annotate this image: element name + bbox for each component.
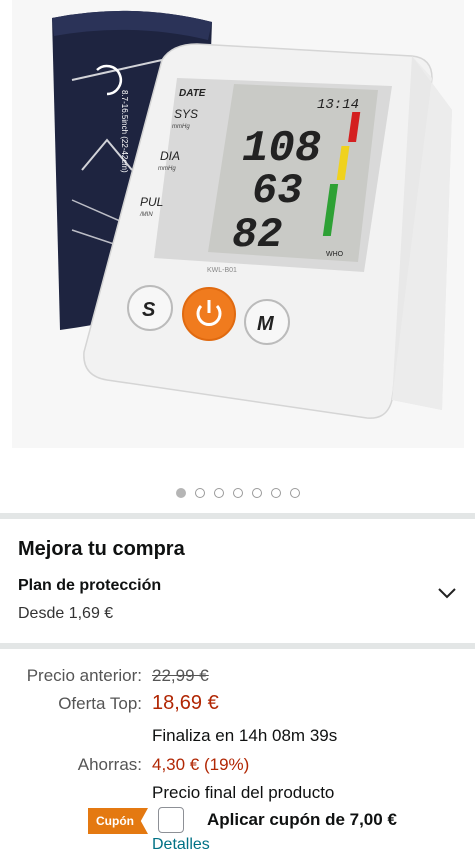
- product-image[interactable]: 8.7-16.5inch (22-42cm) DATE 13:14 SYS mm…: [12, 0, 464, 448]
- carousel-dot[interactable]: [194, 488, 205, 498]
- section-divider: [0, 513, 475, 519]
- previous-price-label: Precio anterior:: [26, 666, 142, 685]
- section-divider: [0, 643, 475, 649]
- sys-unit: mmHg: [172, 124, 190, 130]
- protection-plan-row[interactable]: Plan de protección Desde 1,69 €: [0, 568, 475, 640]
- carousel-dot[interactable]: [251, 488, 262, 498]
- pul-label: PUL: [140, 195, 163, 209]
- pul-value: 82: [232, 211, 282, 259]
- final-price-note: Precio final del producto: [152, 783, 335, 802]
- date-label: DATE: [179, 88, 206, 99]
- offer-label: Oferta Top:: [58, 694, 142, 713]
- dia-label: DIA: [160, 149, 180, 163]
- coupon-apply-text[interactable]: Aplicar cupón de 7,00 €: [207, 810, 397, 830]
- plan-price: Desde 1,69 €: [18, 605, 114, 622]
- coupon-badge: Cupón: [88, 808, 148, 834]
- chevron-down-icon[interactable]: [437, 586, 457, 600]
- model-label: KWL-B01: [207, 267, 237, 274]
- s-button-label: S: [142, 299, 156, 321]
- previous-price-value: 22,99 €: [152, 666, 209, 685]
- carousel-dot[interactable]: [270, 488, 281, 498]
- m-button-label: M: [257, 313, 275, 335]
- plan-title: Plan de protección: [18, 577, 162, 594]
- carousel-dot[interactable]: [213, 488, 224, 498]
- upgrade-title: Mejora tu compra: [18, 538, 185, 560]
- dia-unit: mmHg: [158, 166, 176, 172]
- coupon-checkbox[interactable]: [158, 807, 184, 833]
- who-label: WHO: [326, 251, 344, 258]
- carousel-dot[interactable]: [232, 488, 243, 498]
- dia-value: 63: [252, 167, 302, 215]
- sys-label: SYS: [174, 107, 198, 121]
- time-display: 13:14: [317, 97, 359, 113]
- image-carousel-indicator: [0, 488, 475, 498]
- coupon-details-link[interactable]: Detalles: [152, 836, 210, 854]
- offer-price-value: 18,69 €: [152, 692, 219, 714]
- cuff-size-text: 8.7-16.5inch (22-42cm): [120, 90, 129, 173]
- savings-label: Ahorras:: [77, 755, 142, 774]
- savings-value: 4,30 € (19%): [152, 755, 250, 774]
- carousel-dot[interactable]: [175, 488, 186, 498]
- offer-ends-in: Finaliza en 14h 08m 39s: [152, 726, 338, 745]
- blood-pressure-monitor-illustration: 8.7-16.5inch (22-42cm) DATE 13:14 SYS mm…: [52, 10, 452, 419]
- carousel-dot[interactable]: [289, 488, 300, 498]
- pul-unit: /MIN: [139, 212, 153, 218]
